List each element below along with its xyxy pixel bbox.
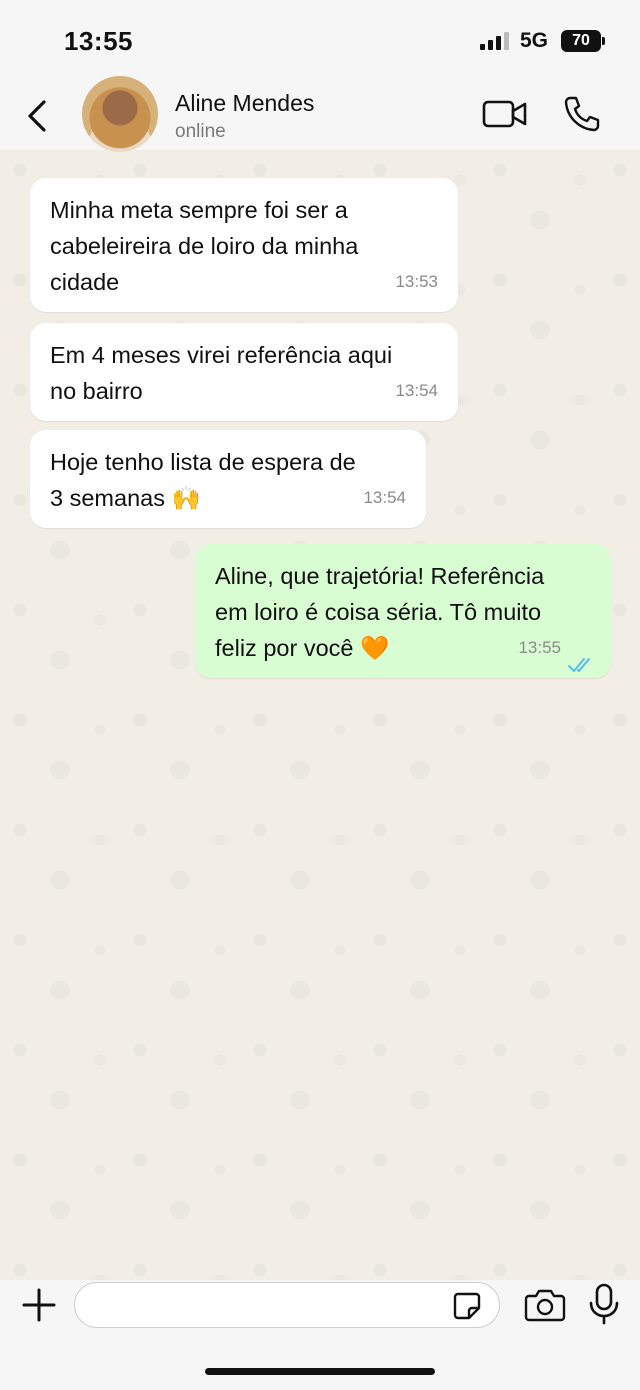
- contact-name[interactable]: Aline Mendes: [175, 90, 314, 117]
- input-bar: [0, 1280, 640, 1390]
- message-time: 13:53: [395, 272, 438, 291]
- microphone-icon[interactable]: [586, 1282, 622, 1326]
- status-bar: 13:55 5G 70: [0, 0, 640, 80]
- contact-status: online: [175, 121, 226, 142]
- battery-icon: 70: [561, 30, 605, 52]
- message-input[interactable]: [74, 1282, 500, 1328]
- message-bubble-incoming[interactable]: Em 4 meses virei referência aqui no bair…: [30, 323, 458, 421]
- message-bubble-incoming[interactable]: Hoje tenho lista de espera de 3 semanas …: [30, 430, 426, 528]
- plus-icon[interactable]: [20, 1286, 58, 1324]
- sticker-icon[interactable]: [452, 1291, 482, 1321]
- phone-icon[interactable]: [562, 94, 602, 134]
- chat-header: Aline Mendes online: [0, 76, 640, 152]
- message-text: Hoje tenho lista de espera de 3 semanas …: [50, 449, 356, 511]
- network-type: 5G: [520, 29, 549, 52]
- message-time: 13:54: [363, 488, 406, 507]
- chat-wallpaper: [0, 150, 640, 1280]
- status-time: 13:55: [64, 26, 133, 56]
- battery-level: 70: [572, 32, 590, 49]
- camera-icon[interactable]: [524, 1286, 566, 1324]
- message-text: Minha meta sempre foi ser a cabeleireira…: [50, 197, 359, 295]
- chevron-left-icon[interactable]: [20, 96, 56, 136]
- video-call-icon[interactable]: [482, 98, 528, 130]
- message-bubble-incoming[interactable]: Minha meta sempre foi ser a cabeleireira…: [30, 178, 458, 312]
- message-text: Em 4 meses virei referência aqui no bair…: [50, 342, 393, 404]
- message-time: 13:55: [518, 638, 561, 657]
- message-bubble-outgoing[interactable]: Aline, que trajetória! Referência em loi…: [195, 544, 611, 678]
- home-indicator: [205, 1368, 435, 1375]
- double-check-read-icon: [567, 648, 595, 672]
- avatar[interactable]: [82, 76, 158, 152]
- signal-strength-icon: [480, 32, 510, 50]
- message-time: 13:54: [395, 381, 438, 400]
